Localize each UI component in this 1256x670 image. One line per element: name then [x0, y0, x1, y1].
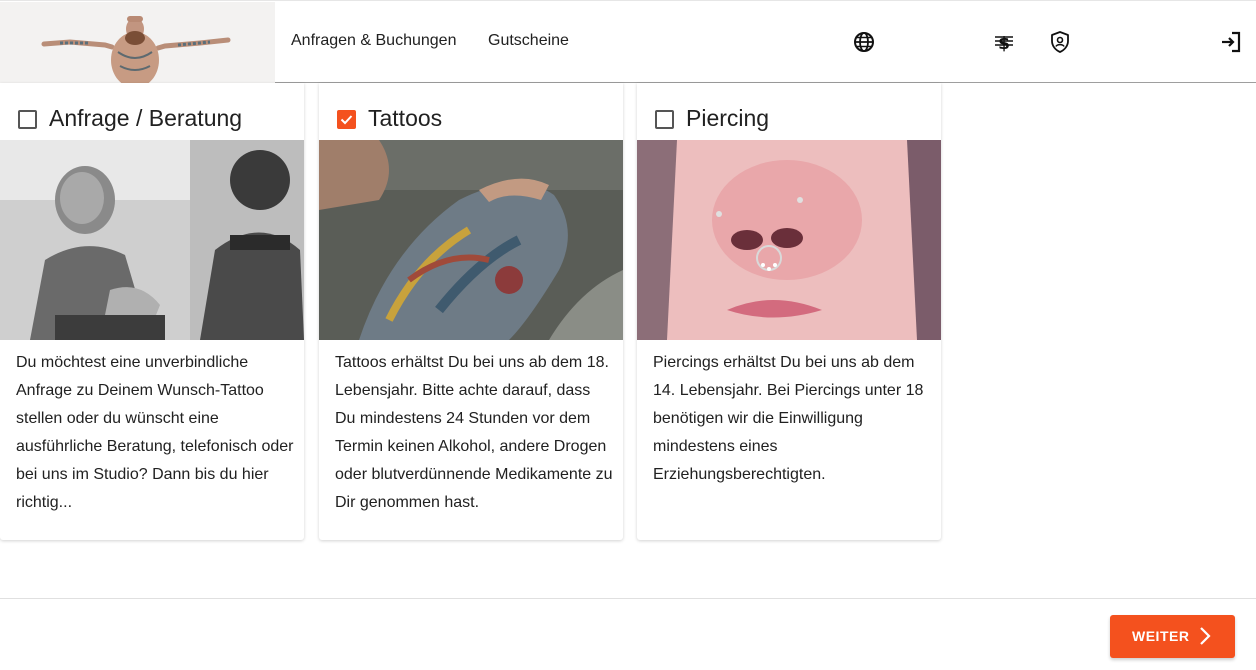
card-title: Anfrage / Beratung [49, 105, 243, 131]
card-description: Tattoos erhältst Du bei uns ab dem 18. L… [335, 354, 613, 511]
card-header[interactable]: Tattoos [319, 83, 623, 140]
privacy-shield-icon[interactable] [1048, 30, 1072, 54]
card-header[interactable]: Anfrage / Beratung [0, 83, 304, 140]
currency-icon[interactable]: $ [992, 30, 1016, 54]
piercing-photo [637, 140, 941, 340]
login-icon[interactable] [1219, 30, 1243, 54]
svg-text:$: $ [998, 34, 1010, 54]
card-title: Tattoos [368, 105, 443, 131]
chevron-right-icon [1200, 627, 1211, 645]
check-icon [340, 115, 353, 125]
consultation-photo [0, 140, 304, 340]
studio-logo[interactable] [0, 2, 275, 83]
service-card-anfrage[interactable]: Anfrage / Beratung Du möchtest eine unve… [0, 83, 304, 540]
next-button[interactable]: WEITER [1110, 615, 1235, 658]
card-description: Piercings erhältst Du bei uns ab dem 14.… [653, 354, 924, 483]
checkbox[interactable] [655, 110, 674, 129]
checkbox-checked[interactable] [337, 110, 356, 129]
service-card-tattoos[interactable]: Tattoos Tattoos erhältst Du bei uns ab d… [319, 83, 623, 540]
card-title: Piercing [686, 105, 770, 131]
globe-icon[interactable] [852, 30, 876, 54]
service-card-piercing[interactable]: Piercing Piercings erhältst Du bei uns a… [637, 83, 941, 540]
tattoo-photo [319, 140, 623, 340]
top-bar: Anfragen & Buchungen Gutscheine $ [0, 0, 1256, 83]
checkbox[interactable] [18, 110, 37, 129]
next-button-label: WEITER [1132, 628, 1190, 644]
footer-bar: WEITER [0, 598, 1256, 670]
card-header[interactable]: Piercing [637, 83, 941, 140]
card-description: Du möchtest eine unverbindliche Anfrage … [16, 354, 294, 511]
nav-anfragen-buchungen[interactable]: Anfragen & Buchungen [291, 32, 456, 50]
nav-gutscheine[interactable]: Gutscheine [488, 32, 569, 50]
